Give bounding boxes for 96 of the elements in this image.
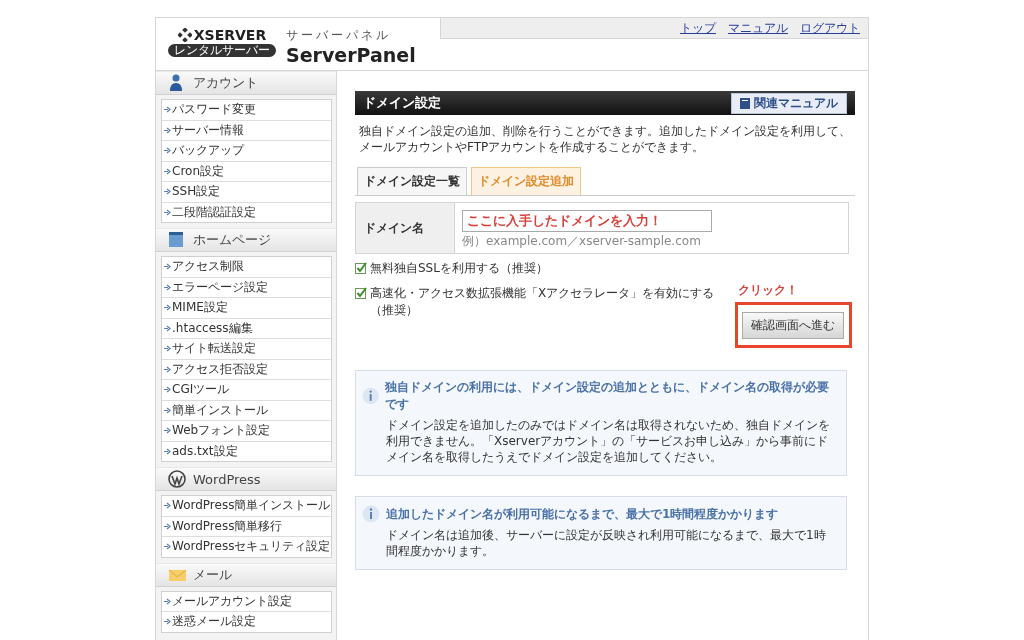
arrow-icon bbox=[164, 427, 171, 435]
sidebar-item[interactable]: メールアカウント設定 bbox=[162, 591, 331, 611]
section-title: メール bbox=[193, 565, 232, 584]
sidebar-item[interactable]: WordPressセキュリティ設定 bbox=[162, 536, 331, 557]
manual-button[interactable]: 関連マニュアル bbox=[731, 92, 847, 114]
arrow-icon bbox=[164, 618, 171, 626]
logo-badge: レンタルサーバー bbox=[168, 44, 276, 57]
item-label: メールアカウント設定 bbox=[172, 592, 292, 610]
item-label: WordPress簡単移行 bbox=[172, 517, 283, 535]
product-subtitle: サーバーパネル bbox=[286, 27, 392, 44]
sidebar-item[interactable]: MIME設定 bbox=[162, 297, 331, 318]
arrow-icon bbox=[164, 365, 171, 373]
item-label: CGIツール bbox=[172, 381, 230, 399]
arrow-icon bbox=[164, 208, 171, 216]
sidebar-item[interactable]: バックアップ bbox=[162, 140, 331, 161]
item-label: Webフォント設定 bbox=[172, 422, 271, 440]
item-label: サーバー情報 bbox=[172, 121, 244, 139]
item-label: サイト転送設定 bbox=[172, 340, 256, 358]
sidebar-item[interactable]: ads.txt設定 bbox=[162, 440, 331, 461]
sidebar-item[interactable]: 簡単インストール bbox=[162, 399, 331, 420]
item-label: WordPressセキュリティ設定 bbox=[172, 538, 331, 556]
option-label: 高速化・アクセス数拡張機能「Xアクセラレータ」を有効にする（推奨） bbox=[370, 285, 716, 319]
sidebar-item[interactable]: CGIツール bbox=[162, 379, 331, 400]
option-label: 無料独自SSLを利用する（推奨） bbox=[370, 260, 548, 277]
item-label: アクセス制限 bbox=[172, 258, 244, 276]
sidebar-item[interactable]: .htaccess編集 bbox=[162, 317, 331, 338]
domain-input-field[interactable]: ここに入手したドメインを入力！ bbox=[462, 210, 712, 232]
item-label: MIME設定 bbox=[172, 299, 228, 317]
field-hint: 例）example.com／xserver-sample.com bbox=[462, 233, 702, 250]
arrow-icon bbox=[164, 147, 171, 155]
brand-name: XSERVER bbox=[193, 27, 267, 43]
nav-link[interactable]: ログアウト bbox=[800, 19, 860, 37]
section-title: ホームページ bbox=[193, 231, 271, 249]
nav-link[interactable]: マニュアル bbox=[728, 19, 788, 37]
sidebar-item[interactable]: アクセス制限 bbox=[162, 257, 331, 277]
sidebar-item[interactable]: SSH設定 bbox=[162, 181, 331, 202]
sidebar-item[interactable]: アクセス拒否設定 bbox=[162, 358, 331, 379]
product-name: ServerPanel bbox=[286, 44, 416, 66]
section-title: アカウント bbox=[193, 74, 258, 92]
item-label: エラーページ設定 bbox=[172, 278, 268, 296]
item-label: .htaccess編集 bbox=[172, 319, 253, 337]
description-text: 独自ドメイン設定の追加、削除を行うことができます。追加したドメイン設定を利用して、メールアカウントやFTPアカウントを作成することができます。 bbox=[359, 123, 852, 155]
notice-title: 独自ドメインの利用には、ドメイン設定の追加とともに、ドメイン名の取得が必要です bbox=[385, 379, 831, 413]
arrow-icon bbox=[164, 447, 171, 455]
arrow-icon bbox=[164, 304, 171, 312]
item-label: ads.txt設定 bbox=[172, 442, 238, 460]
sidebar-item[interactable]: Webフォント設定 bbox=[162, 420, 331, 441]
field-label: ドメイン名 bbox=[356, 203, 455, 253]
checkbox[interactable] bbox=[355, 262, 367, 274]
arrow-icon bbox=[164, 406, 171, 414]
sidebar-item[interactable]: WordPress簡単インストール bbox=[162, 496, 331, 516]
info-icon bbox=[362, 505, 380, 523]
item-label: アクセス拒否設定 bbox=[172, 360, 268, 378]
item-label: 迷惑メール設定 bbox=[172, 613, 256, 631]
page-title: ドメイン設定 bbox=[363, 94, 441, 112]
arrow-icon bbox=[164, 522, 171, 530]
item-label: WordPress簡単インストール bbox=[172, 497, 331, 515]
sidebar-item[interactable]: Cron設定 bbox=[162, 160, 331, 181]
item-label: SSH設定 bbox=[172, 183, 221, 201]
sidebar-item[interactable]: サイト転送設定 bbox=[162, 338, 331, 359]
arrow-icon bbox=[164, 126, 171, 134]
info-icon bbox=[362, 387, 380, 405]
item-label: 二段階認証設定 bbox=[172, 203, 256, 221]
arrow-icon bbox=[164, 543, 171, 551]
arrow-icon bbox=[164, 386, 171, 394]
arrow-icon bbox=[164, 597, 171, 605]
arrow-icon bbox=[164, 324, 171, 332]
arrow-icon bbox=[164, 345, 171, 353]
sidebar-item[interactable]: パスワード変更 bbox=[162, 100, 331, 120]
notice-text: ドメイン名は追加後、サーバーに設定が反映され利用可能になるまで、最大で1時間程度かかります。 bbox=[386, 527, 827, 559]
confirm-button[interactable]: 確認画面へ進む bbox=[742, 312, 844, 339]
annotation-text: クリック！ bbox=[738, 282, 798, 299]
item-label: Cron設定 bbox=[172, 162, 224, 180]
section-title: WordPress bbox=[193, 471, 261, 487]
sidebar-item[interactable]: WordPress簡単移行 bbox=[162, 515, 331, 536]
notice-text: ドメイン設定を追加したのみではドメイン名は取得されないため、独自ドメインを利用できません。「Xserverアカウント」の「サービスお申し込み」から事前にドメイン名を取得したうえでドメイン設定を追加してください。 bbox=[386, 417, 831, 465]
item-label: 簡単インストール bbox=[172, 401, 268, 419]
sidebar-item[interactable]: 迷惑メール設定 bbox=[162, 611, 331, 632]
book-icon bbox=[740, 97, 750, 109]
arrow-icon bbox=[164, 188, 171, 196]
tab[interactable]: ドメイン設定一覧 bbox=[357, 167, 467, 195]
item-label: バックアップ bbox=[172, 142, 244, 160]
nav-link[interactable]: トップ bbox=[680, 19, 716, 37]
arrow-icon bbox=[164, 502, 171, 510]
notice-title: 追加したドメイン名が利用可能になるまで、最大で1時間程度かかります bbox=[386, 505, 779, 523]
sidebar-item[interactable]: 二段階認証設定 bbox=[162, 201, 331, 222]
arrow-icon bbox=[164, 106, 171, 114]
sidebar-item[interactable]: サーバー情報 bbox=[162, 119, 331, 140]
diamond-logo-icon bbox=[177, 28, 192, 42]
arrow-icon bbox=[164, 167, 171, 175]
wordpress-logo-icon bbox=[168, 470, 187, 488]
item-label: パスワード変更 bbox=[172, 101, 256, 119]
checkbox[interactable] bbox=[355, 287, 367, 299]
arrow-icon bbox=[164, 263, 171, 271]
sidebar-item[interactable]: エラーページ設定 bbox=[162, 276, 331, 297]
arrow-icon bbox=[164, 283, 171, 291]
